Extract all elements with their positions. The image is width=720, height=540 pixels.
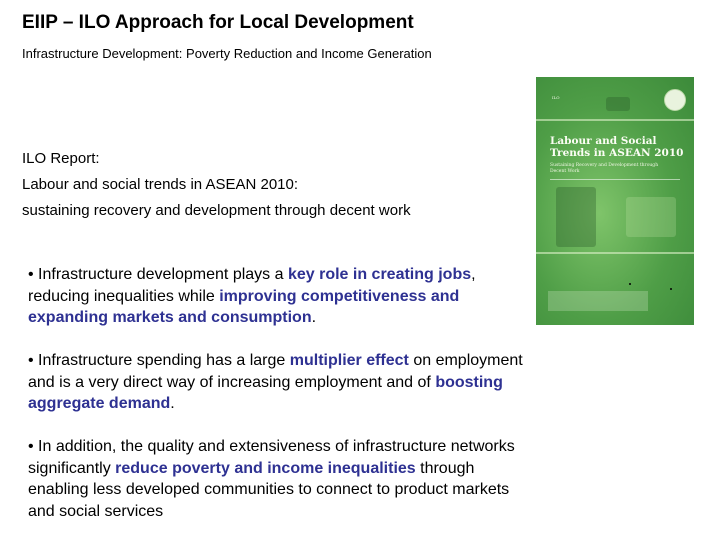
- report-subtitle: sustaining recovery and development thro…: [22, 202, 411, 219]
- cover-subtitle: Sustaining Recovery and Development thro…: [550, 163, 659, 174]
- bullet-item: • Infrastructure spending has a large mu…: [28, 352, 523, 412]
- bullet-item: • Infrastructure development plays a key…: [28, 266, 476, 326]
- report-label: ILO Report:: [22, 150, 100, 167]
- bullet-item: • In addition, the quality and extensive…: [28, 438, 515, 520]
- report-reference: ILO Report: Labour and social trends in …: [22, 146, 411, 224]
- cover-title: Labour and Social Trends in ASEAN 2010: [550, 135, 684, 159]
- stray-dot: [670, 288, 672, 290]
- cover-footer: [548, 291, 648, 311]
- slide-title: EIIP – ILO Approach for Local Developmen…: [22, 12, 414, 33]
- ilo-logo-icon: [664, 89, 686, 111]
- slide-subtitle: Infrastructure Development: Poverty Redu…: [22, 46, 432, 61]
- report-title: Labour and social trends in ASEAN 2010:: [22, 176, 299, 193]
- stray-dot: [629, 283, 631, 285]
